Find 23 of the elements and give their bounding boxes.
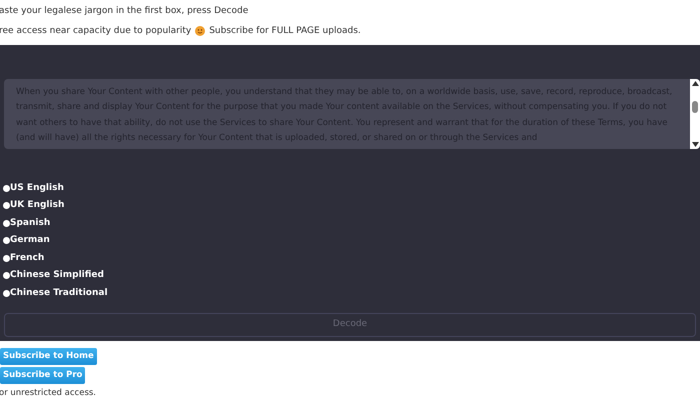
radio-label: Chinese Traditional (10, 286, 108, 300)
scroll-up-icon[interactable] (692, 80, 698, 86)
radio-button[interactable] (3, 254, 10, 262)
radio-label: French (10, 252, 44, 265)
radio-label: German (10, 234, 50, 248)
radio-button[interactable] (3, 272, 10, 280)
notice-text: Subscribe for FULL PAGE uploads. (209, 24, 361, 38)
notice-text: ree access near capacity due to popularity (0, 24, 192, 38)
scroll-thumb[interactable] (692, 100, 698, 113)
radio-button[interactable] (3, 290, 10, 297)
radio-label: UK English (10, 199, 64, 212)
radio-button[interactable] (3, 237, 10, 244)
scroll-down-icon[interactable] (692, 142, 698, 147)
subscribe-button[interactable]: Subscribe to Home (0, 348, 97, 366)
scrollbar[interactable] (690, 78, 700, 149)
smiley-icon (195, 26, 206, 36)
radio-label: Chinese Simplified (10, 269, 104, 282)
radio-button[interactable] (3, 202, 10, 210)
radio-button[interactable] (3, 184, 10, 192)
radio-button[interactable] (3, 220, 10, 227)
radio-label: US English (10, 182, 64, 195)
radio-label: Spanish (10, 216, 50, 230)
subscribe-button[interactable]: Subscribe to Pro (0, 367, 86, 384)
